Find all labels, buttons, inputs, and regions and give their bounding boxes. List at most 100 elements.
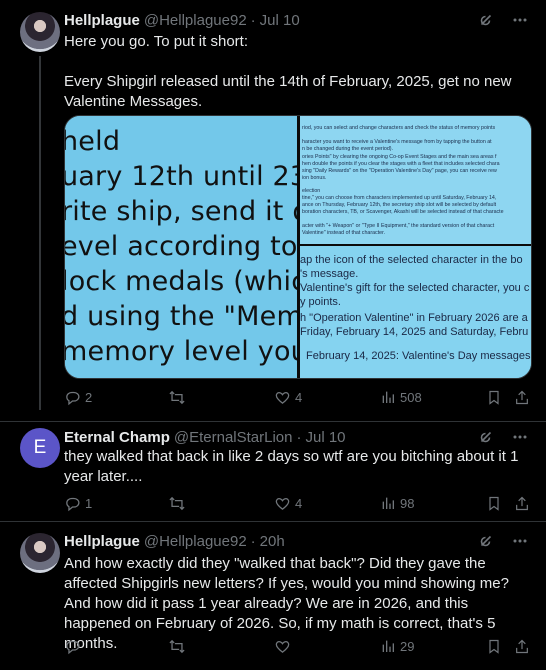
share-icon (516, 639, 528, 653)
action-bar: 1 4 98 (64, 493, 530, 513)
retweet-button[interactable] (168, 389, 190, 406)
display-name[interactable]: Hellplague (64, 12, 140, 29)
reply-button[interactable] (64, 638, 85, 655)
header-icons (478, 427, 528, 447)
tweet-1[interactable]: Hellplague @Hellplague92 · Jul 10 Here y… (0, 0, 546, 410)
media-text-line: riod, you can select and change characte… (302, 125, 496, 131)
tweet-text: they walked that back in like 2 days so … (64, 448, 523, 485)
media-text-line: ories Points" by clearing the ongoing Co… (302, 154, 497, 160)
tweet-header: Hellplague @Hellplague92 · 20h (64, 531, 285, 551)
tweet-3[interactable]: Hellplague @Hellplague92 · 20h And how e… (0, 521, 546, 670)
like-count: 4 (295, 389, 303, 405)
views-count: 98 (400, 495, 415, 511)
reply-icon (66, 391, 80, 405)
media-text-line: February 14, 2025: Valentine's Day messa… (306, 350, 531, 362)
grok-icon[interactable] (478, 429, 494, 445)
tweet-media[interactable]: held uary 12th until 23 rite ship, send … (64, 115, 532, 379)
user-handle[interactable]: @Hellplague92 (144, 12, 247, 29)
bookmark-icon (489, 390, 499, 405)
reply-button[interactable]: 1 (64, 495, 92, 512)
avatar-letter: E (33, 437, 47, 458)
media-text-line: boration characters, TB, or Scavenger, A… (302, 209, 504, 215)
grok-icon[interactable] (478, 12, 494, 28)
retweet-button[interactable] (168, 638, 190, 655)
bookmark-icon (489, 639, 499, 654)
media-text-line: evel according to (65, 231, 297, 262)
like-icon (275, 640, 290, 653)
like-count: 4 (295, 495, 303, 511)
separator-dot: · (250, 11, 256, 29)
share-button[interactable] (514, 495, 530, 512)
share-icon (516, 496, 528, 510)
media-text-line: memory level you (65, 336, 297, 367)
share-icon (516, 390, 528, 404)
bookmark-button[interactable] (486, 495, 502, 512)
media-text-line: hen double the points if you clear the s… (302, 161, 500, 167)
timestamp[interactable]: Jul 10 (260, 12, 300, 29)
media-text-line: haracter you want to receive a Valentine… (302, 139, 492, 145)
avatar[interactable] (20, 12, 60, 52)
avatar[interactable]: E (20, 428, 60, 468)
views-count: 29 (400, 638, 415, 654)
media-text-line: rite ship, send it o (65, 196, 297, 227)
share-button[interactable] (514, 389, 530, 406)
reply-icon (66, 497, 80, 511)
retweet-icon (169, 496, 185, 510)
bookmark-button[interactable] (486, 638, 502, 655)
media-panel-left: held uary 12th until 23 rite ship, send … (65, 116, 297, 378)
more-icon[interactable] (512, 533, 528, 549)
user-handle[interactable]: @EternalStarLion (174, 429, 293, 446)
views-button[interactable]: 508 (380, 389, 422, 405)
media-text-line: 's message. (300, 268, 359, 280)
like-icon (275, 497, 290, 510)
media-text-line: ion bonus. (302, 175, 327, 181)
views-button[interactable]: 98 (380, 495, 414, 511)
media-text-line: ap the icon of the selected character in… (300, 254, 523, 266)
views-icon (382, 497, 394, 509)
media-panel-bottom-right: ap the icon of the selected character in… (300, 246, 531, 378)
retweet-icon (169, 639, 185, 653)
tweet-text: Here you go. To put it short: Every Ship… (64, 33, 512, 110)
media-text-line: uary 12th until 23 (65, 161, 297, 192)
views-button[interactable]: 29 (380, 638, 414, 654)
like-button[interactable] (274, 638, 295, 655)
media-text-line: acter with "+ Weapon" or "Type II Equipm… (302, 223, 495, 229)
bookmark-button[interactable] (486, 389, 502, 406)
media-text-line: election (302, 188, 321, 194)
display-name[interactable]: Eternal Champ (64, 429, 170, 446)
avatar[interactable] (20, 533, 60, 573)
media-text-line: h "Operation Valentine" in February 2026… (300, 312, 528, 324)
reply-count: 2 (85, 389, 93, 405)
reply-button[interactable]: 2 (64, 389, 92, 406)
user-handle[interactable]: @Hellplague92 (144, 533, 247, 550)
reply-icon (66, 640, 80, 654)
like-button[interactable]: 4 (274, 495, 302, 512)
more-icon[interactable] (512, 429, 528, 445)
media-text-line: ance on Thursday, February 12th, the sec… (302, 202, 497, 208)
tweet-header: Eternal Champ @EternalStarLion · Jul 10 (64, 427, 346, 447)
header-icons (478, 10, 528, 30)
display-name[interactable]: Hellplague (64, 533, 140, 550)
timestamp[interactable]: Jul 10 (305, 429, 345, 446)
tweet-2[interactable]: E Eternal Champ @EternalStarLion · Jul 1… (0, 421, 546, 520)
views-count: 508 (400, 389, 422, 405)
grok-icon[interactable] (478, 533, 494, 549)
action-bar: 2 4 508 (64, 387, 530, 407)
media-text-line: Friday, February 14, 2025 and Saturday, … (300, 326, 529, 338)
retweet-icon (169, 390, 185, 404)
share-button[interactable] (514, 638, 530, 655)
bookmark-icon (489, 496, 499, 511)
timestamp[interactable]: 20h (260, 533, 285, 550)
media-text-line: held (65, 126, 121, 157)
media-text-line: n be changed during the event period). (302, 146, 393, 152)
media-text-line: Valentine's gift for the selected charac… (300, 282, 530, 294)
views-icon (382, 391, 394, 403)
like-button[interactable]: 4 (274, 389, 302, 406)
media-text-line: y points. (300, 296, 341, 308)
media-panel-top-right: riod, you can select and change characte… (300, 116, 531, 244)
more-icon[interactable] (512, 12, 528, 28)
retweet-button[interactable] (168, 495, 190, 512)
header-icons (478, 531, 528, 551)
media-text-line: tine," you can choose from characters im… (302, 195, 497, 201)
action-bar: 29 (64, 636, 530, 656)
